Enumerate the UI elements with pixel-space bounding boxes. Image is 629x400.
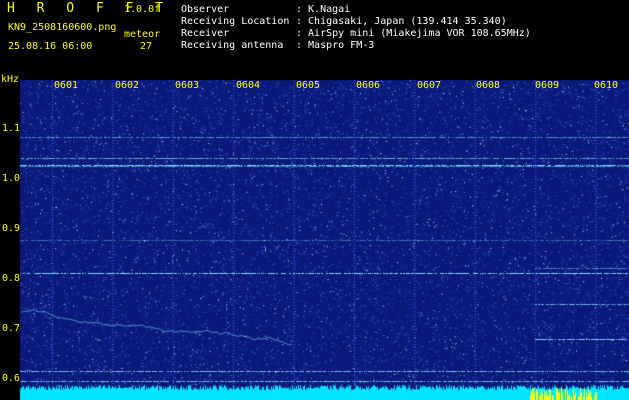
axis-unit-label: kHz	[1, 74, 20, 85]
info-key-observer: Observer	[181, 4, 230, 15]
info-value-receiver: : AirSpy mini (Miakejima VOR 108.65MHz)	[296, 28, 531, 39]
hour-label: 0603	[175, 80, 200, 91]
hour-label: 0610	[594, 80, 619, 91]
hour-label: 0601	[54, 80, 79, 91]
y-tick-label: 1.1	[2, 123, 21, 134]
meteor-label: meteor	[124, 29, 161, 40]
info-value-observer: : K.Nagai	[296, 4, 351, 15]
hour-label: 0607	[417, 80, 442, 91]
y-tick-label: 0.8	[2, 273, 21, 284]
hour-label: 0606	[356, 80, 381, 91]
y-tick-label: 0.9	[2, 223, 21, 234]
info-value-antenna: : Maspro FM-3	[296, 40, 375, 51]
meteor-count: 27	[140, 41, 153, 52]
info-key-antenna: Receiving antenna	[181, 40, 284, 51]
hour-label: 0604	[236, 80, 261, 91]
hour-label: 0608	[476, 80, 501, 91]
hour-label: 0605	[296, 80, 321, 91]
info-value-location: : Chigasaki, Japan (139.414 35.340)	[296, 16, 507, 27]
version-label: 1.0.0f	[124, 4, 161, 15]
y-tick-label: 0.7	[2, 323, 21, 334]
spectrogram-canvas	[0, 75, 629, 400]
hour-label: 0602	[115, 80, 140, 91]
y-tick-label: 1.0	[2, 173, 21, 184]
info-key-location: Receiving Location	[181, 16, 290, 27]
hour-label: 0609	[535, 80, 560, 91]
y-tick-label: 0.6	[2, 373, 21, 384]
datetime-label: 25.08.16 06:00	[8, 41, 93, 52]
filename-label: KN9_2508160600.png	[8, 22, 117, 33]
info-key-receiver: Receiver	[181, 28, 230, 39]
